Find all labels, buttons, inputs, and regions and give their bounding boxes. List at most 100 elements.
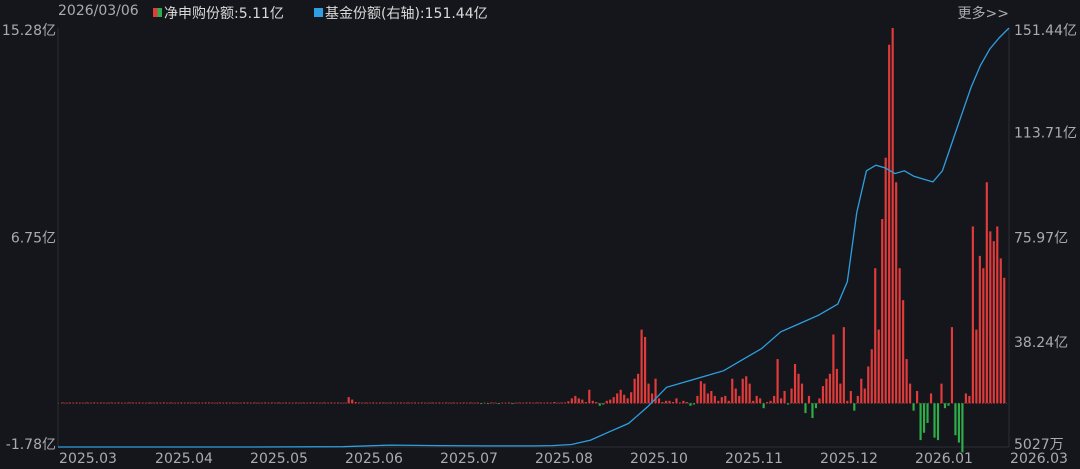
net-subscription-bar	[717, 400, 720, 404]
net-subscription-bar	[270, 402, 274, 404]
net-subscription-bar	[494, 402, 497, 404]
net-subscription-bar	[786, 403, 790, 405]
net-subscription-bar	[103, 402, 106, 404]
net-subscription-bar	[860, 378, 863, 404]
net-subscription-bar	[187, 402, 190, 404]
net-subscription-bar	[703, 383, 706, 404]
net-subscription-bar	[996, 226, 999, 404]
net-subscription-bar	[72, 402, 75, 404]
net-subscription-bar	[936, 403, 940, 441]
x-tick-label: 2025.11	[725, 451, 783, 467]
net-subscription-bar	[748, 383, 751, 404]
net-subscription-bar	[738, 395, 741, 404]
net-subscription-bar	[619, 389, 622, 404]
net-subscription-bar	[992, 241, 995, 404]
net-subscription-bar	[86, 402, 89, 404]
net-subscription-bar	[553, 402, 556, 404]
net-subscription-bar	[197, 402, 200, 404]
net-subscription-bar	[971, 226, 974, 404]
net-subscription-bar	[347, 397, 350, 404]
net-subscription-bar	[783, 391, 786, 404]
net-subscription-bar	[940, 383, 943, 404]
net-subscription-bar	[626, 398, 629, 404]
net-subscription-bar	[919, 403, 922, 441]
net-subscription-bar	[584, 402, 587, 404]
net-subscription-bar	[75, 402, 78, 404]
net-subscription-bar	[239, 402, 242, 404]
left-axis-ticks: 15.28亿 6.75亿 -1.78亿	[2, 23, 56, 453]
net-subscription-bar	[884, 157, 887, 404]
net-subscription-bar	[724, 395, 727, 404]
net-subscription-bar	[406, 402, 410, 404]
net-subscription-bar	[528, 402, 532, 404]
net-subscription-bar	[870, 349, 873, 404]
net-subscription-bar	[961, 403, 964, 453]
net-subscription-bar	[790, 388, 793, 404]
net-subscription-bar	[909, 383, 912, 404]
net-subscription-bar	[326, 402, 329, 404]
fund-shares-path	[58, 27, 1010, 448]
net-subscription-bar	[825, 378, 828, 404]
net-subscription-bar	[354, 402, 357, 404]
net-subscription-bar	[127, 402, 131, 404]
net-subscription-bar	[640, 329, 643, 404]
net-subscription-bar	[305, 402, 308, 404]
x-tick-label: 2025.06	[345, 451, 403, 467]
net-subscription-bar	[253, 402, 256, 404]
net-subscription-bar	[113, 402, 117, 404]
net-subscription-bar	[260, 402, 263, 404]
net-subscription-bar	[821, 386, 825, 404]
net-subscription-bar	[713, 395, 716, 404]
right-axis-ticks: 151.44亿113.71亿75.97亿38.24亿5027万	[1014, 23, 1077, 453]
net-subscription-bar	[152, 402, 155, 404]
net-subscription-bar	[954, 403, 957, 436]
net-subscription-bar	[141, 402, 145, 404]
net-subscription-bar	[835, 368, 838, 404]
net-subscription-bar	[424, 402, 427, 404]
net-subscription-bar	[773, 395, 776, 404]
net-subscription-bar	[117, 402, 120, 404]
net-subscription-bar	[413, 402, 417, 404]
net-subscription-bar	[776, 359, 779, 404]
net-subscription-bar	[229, 402, 232, 404]
net-subscription-bar	[106, 402, 110, 404]
net-subscription-bar	[162, 402, 165, 404]
net-subscription-bar	[922, 403, 926, 433]
net-subscription-bar	[337, 402, 340, 404]
net-subscription-bar	[616, 393, 619, 404]
right-tick-label: 75.97亿	[1014, 231, 1068, 247]
net-subscription-bar	[511, 403, 514, 405]
net-subscription-bar	[678, 402, 682, 404]
net-subscription-bar	[288, 402, 291, 404]
net-subscription-bar	[277, 402, 281, 404]
net-subscription-bar	[731, 378, 734, 404]
net-subscription-bar	[309, 402, 312, 404]
net-subscription-bar	[323, 402, 326, 404]
x-axis-ticks: 2025.03 2025.04 2025.05 2025.06 2025.07 2025.…	[59, 451, 1068, 467]
net-subscription-bar	[302, 402, 305, 404]
net-subscription-bar	[155, 402, 158, 404]
net-subscription-bar	[445, 402, 448, 404]
net-subscription-bar	[856, 395, 859, 404]
net-subscription-bar	[434, 402, 437, 404]
net-subscription-bar	[762, 403, 765, 409]
net-subscription-bar	[281, 402, 284, 404]
plot-frame	[57, 28, 1010, 448]
net-subscription-bar	[685, 402, 689, 404]
net-subscription-bar	[560, 402, 563, 404]
net-subscription-bar	[814, 403, 818, 409]
net-subscription-bar	[570, 398, 573, 404]
net-subscription-bar	[539, 402, 542, 404]
net-subscription-bar	[842, 327, 845, 404]
net-subscription-bar	[480, 403, 483, 405]
net-subscription-bar	[947, 403, 950, 406]
net-subscription-bar	[222, 402, 225, 404]
net-subscription-bar	[943, 403, 947, 409]
net-subscription-bar	[138, 402, 141, 404]
net-subscription-bar	[853, 403, 856, 411]
net-subscription-bar	[978, 255, 981, 404]
net-subscription-bar	[312, 402, 315, 404]
net-subscription-bar	[110, 402, 113, 404]
net-subscription-bar	[361, 402, 364, 404]
net-subscription-bar	[89, 402, 92, 404]
